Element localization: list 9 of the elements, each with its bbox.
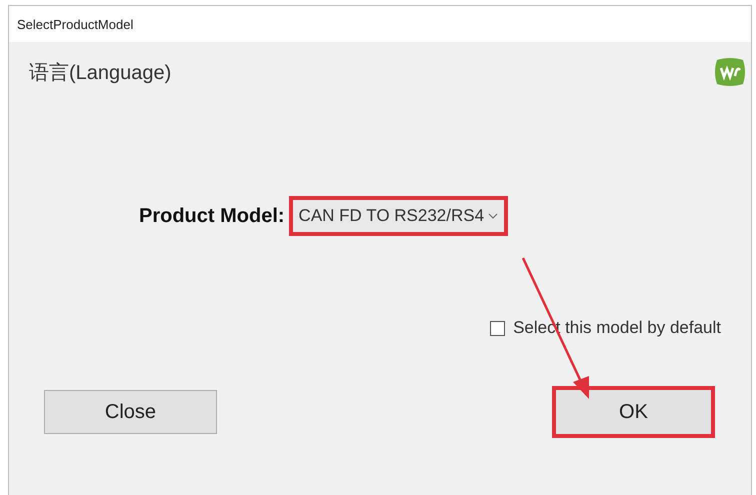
logo-icon xyxy=(713,56,747,88)
product-model-dropdown[interactable]: CAN FD TO RS232/RS4 xyxy=(288,196,508,236)
language-menu[interactable]: 语言(Language) xyxy=(29,58,172,86)
window-title: SelectProductModel xyxy=(17,16,134,32)
product-model-label: Product Model: xyxy=(139,204,285,228)
chevron-icon xyxy=(488,213,498,219)
close-button[interactable]: Close xyxy=(44,390,217,434)
ok-button[interactable]: OK xyxy=(552,386,715,438)
default-checkbox[interactable] xyxy=(490,320,506,336)
